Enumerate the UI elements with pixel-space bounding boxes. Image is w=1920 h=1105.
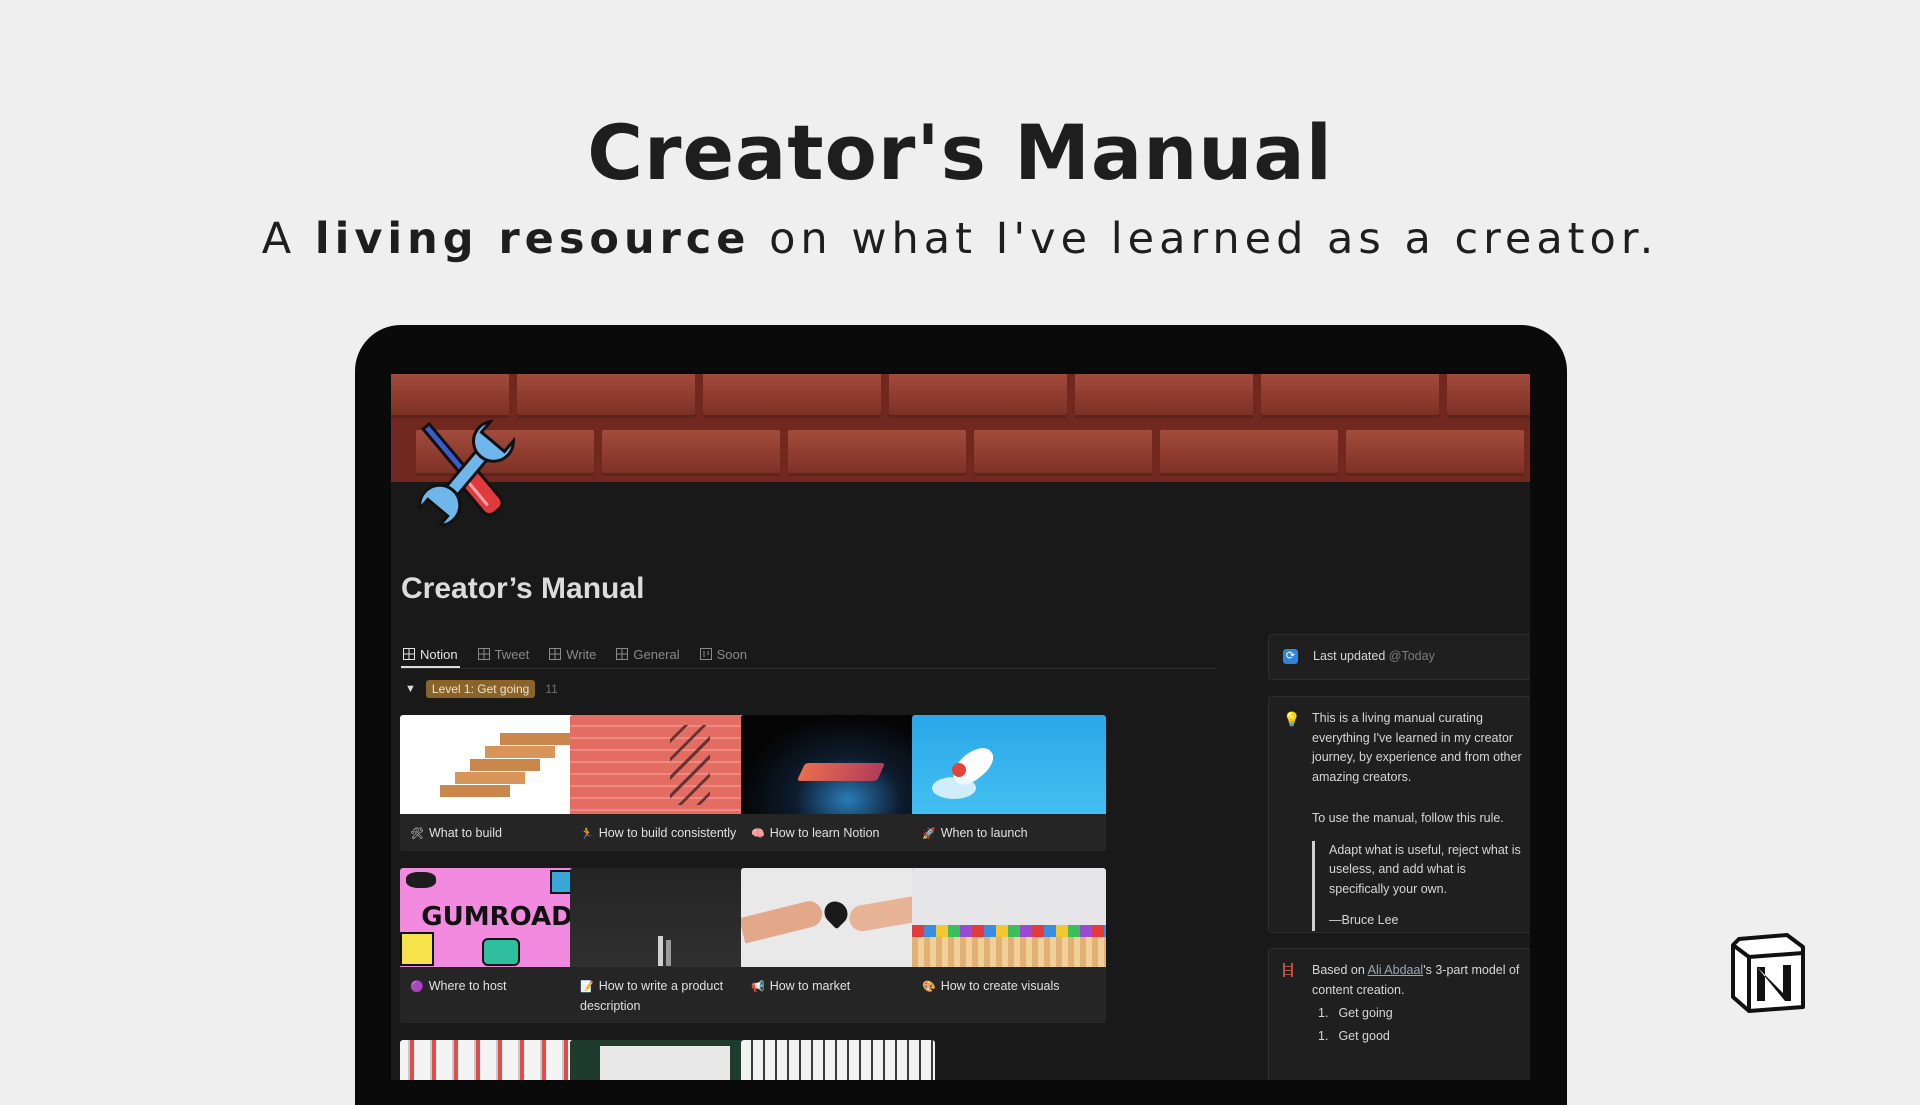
list-item-label: Get good [1338,1028,1390,1043]
tab-tweet[interactable]: Tweet [476,642,532,666]
card-what-to-build[interactable]: 🛠 What to build [400,715,594,851]
card-title: 🛠 What to build [400,814,594,851]
card-product-description[interactable]: 📝 How to write a product description [570,868,764,1023]
group-tag: Level 1: Get going [425,680,536,698]
card-create-visuals[interactable]: 🎨 How to create visuals [912,868,1106,1023]
shelves-image [400,1040,594,1080]
card-emoji: 🎨 [922,981,936,993]
gumroad-image: GUMROAD [400,868,594,967]
card-title: 📝 How to write a product description [570,967,764,1023]
card-title: 🚀 When to launch [912,814,1106,851]
group-count: 11 [545,682,558,696]
board-icon [699,648,712,660]
tab-label: Write [566,646,597,662]
stairs-image [400,715,594,814]
card-emoji: 🏃 [580,828,594,840]
colored-pencils-image [912,868,1106,967]
last-updated-date[interactable]: @Today [1389,649,1435,663]
card-learn-notion[interactable]: 🧠 How to learn Notion [741,715,935,851]
card-title: 🎨 How to create visuals [912,967,1106,1005]
refresh-icon: ⟳ [1283,649,1298,664]
card-row3-1[interactable] [400,1040,594,1080]
card-emoji: 🛠 [410,828,424,840]
card-where-to-host[interactable]: GUMROAD 🟣 Where to host [400,868,594,1023]
card-how-to-market[interactable]: 📢 How to market [741,868,935,1023]
lightbulb-icon: 💡 [1283,711,1301,727]
card-emoji: 🧠 [751,828,765,840]
gallery-icon [616,648,629,660]
card-when-to-launch[interactable]: 🚀 When to launch [912,715,1106,851]
card-emoji: 📝 [580,981,594,993]
card-label: How to create visuals [940,979,1060,993]
gallery-icon [403,648,415,660]
last-updated-callout: ⟳ Last updated @Today [1268,634,1530,680]
tab-label: Notion [420,646,458,662]
rule-intro: To use the manual, follow this rule. [1312,811,1504,825]
subtitle-suffix: on what I've learned as a creator. [750,214,1659,264]
view-tabs: Notion Tweet Write General Soon [401,642,1216,669]
subtitle-prefix: A [261,214,315,264]
tab-notion[interactable]: Notion [401,642,460,668]
pens-image [570,868,764,967]
list-number: 1. [1318,1006,1329,1020]
card-label: How to learn Notion [769,826,880,840]
ali-abdaal-link[interactable]: Ali Abdaal [1368,963,1424,977]
card-title: 🧠 How to learn Notion [741,814,935,851]
level-list-item: 1. Get going [1312,1004,1524,1024]
group-header: ▼ Level 1: Get going 11 [405,680,558,698]
card-row3-2[interactable] [570,1040,764,1080]
tab-label: Soon [716,646,747,662]
notion-page: Creator’s Manual Notion Tweet Write Gene… [391,374,1530,1080]
card-label: Where to host [428,979,507,993]
notion-logo-icon [1731,933,1805,1013]
tab-label: General [633,646,680,662]
quote-author: —Bruce Lee [1329,913,1399,927]
subtitle-emphasis: living resource [314,214,751,264]
card-label: How to market [769,979,851,993]
level-list-item: 1. Get good [1312,1027,1524,1047]
quote-text: Adapt what is useful, reject what is use… [1329,842,1521,896]
card-title: 🏃 How to build consistently [570,814,764,851]
bruce-lee-quote: Adapt what is useful, reject what is use… [1312,840,1524,931]
intro-callout: 💡 This is a living manual curating every… [1268,696,1530,933]
card-build-consistently[interactable]: 🏃 How to build consistently [570,715,764,851]
card-label: When to launch [940,826,1028,840]
tab-soon[interactable]: Soon [698,642,749,666]
content-model-callout: Based on Ali Abdaal's 3-part model of co… [1268,948,1530,1080]
ladder-icon [1283,963,1293,977]
desk-image [570,1040,764,1080]
card-emoji: 🟣 [410,981,424,993]
based-on-prefix: Based on [1312,963,1368,977]
intro-text: This is a living manual curating everyth… [1312,711,1522,784]
rocket-image [912,715,1106,814]
page-title: Creator’s Manual [401,572,645,605]
gumroad-wordmark: GUMROAD [421,902,573,932]
hero-subtitle: A living resource on what I've learned a… [0,214,1920,264]
hangers-image [741,1040,935,1080]
toggle-arrow-icon[interactable]: ▼ [405,683,416,695]
card-label: How to build consistently [598,826,737,840]
card-label: How to write a product description [580,979,724,1013]
gallery-icon [549,648,562,660]
list-number: 1. [1318,1028,1329,1043]
card-title: 🟣 Where to host [400,967,594,1005]
tab-general[interactable]: General [614,642,681,666]
card-emoji: 📢 [751,981,765,993]
card-emoji: 🚀 [922,828,936,840]
laptop-glow-image [741,715,935,814]
list-item-label: Get going [1338,1006,1393,1020]
page-cover[interactable] [391,374,1530,482]
tab-write[interactable]: Write [547,642,598,666]
running-track-image [570,715,764,814]
card-title: 📢 How to market [741,967,935,1005]
card-row3-3[interactable] [741,1040,935,1080]
hands-heart-image [741,868,935,967]
tools-icon[interactable] [411,414,521,534]
gallery-icon [477,648,490,660]
last-updated-label: Last updated [1313,649,1386,663]
card-label: What to build [428,826,502,840]
tab-label: Tweet [494,646,530,662]
hero-title: Creator's Manual [587,108,1333,197]
